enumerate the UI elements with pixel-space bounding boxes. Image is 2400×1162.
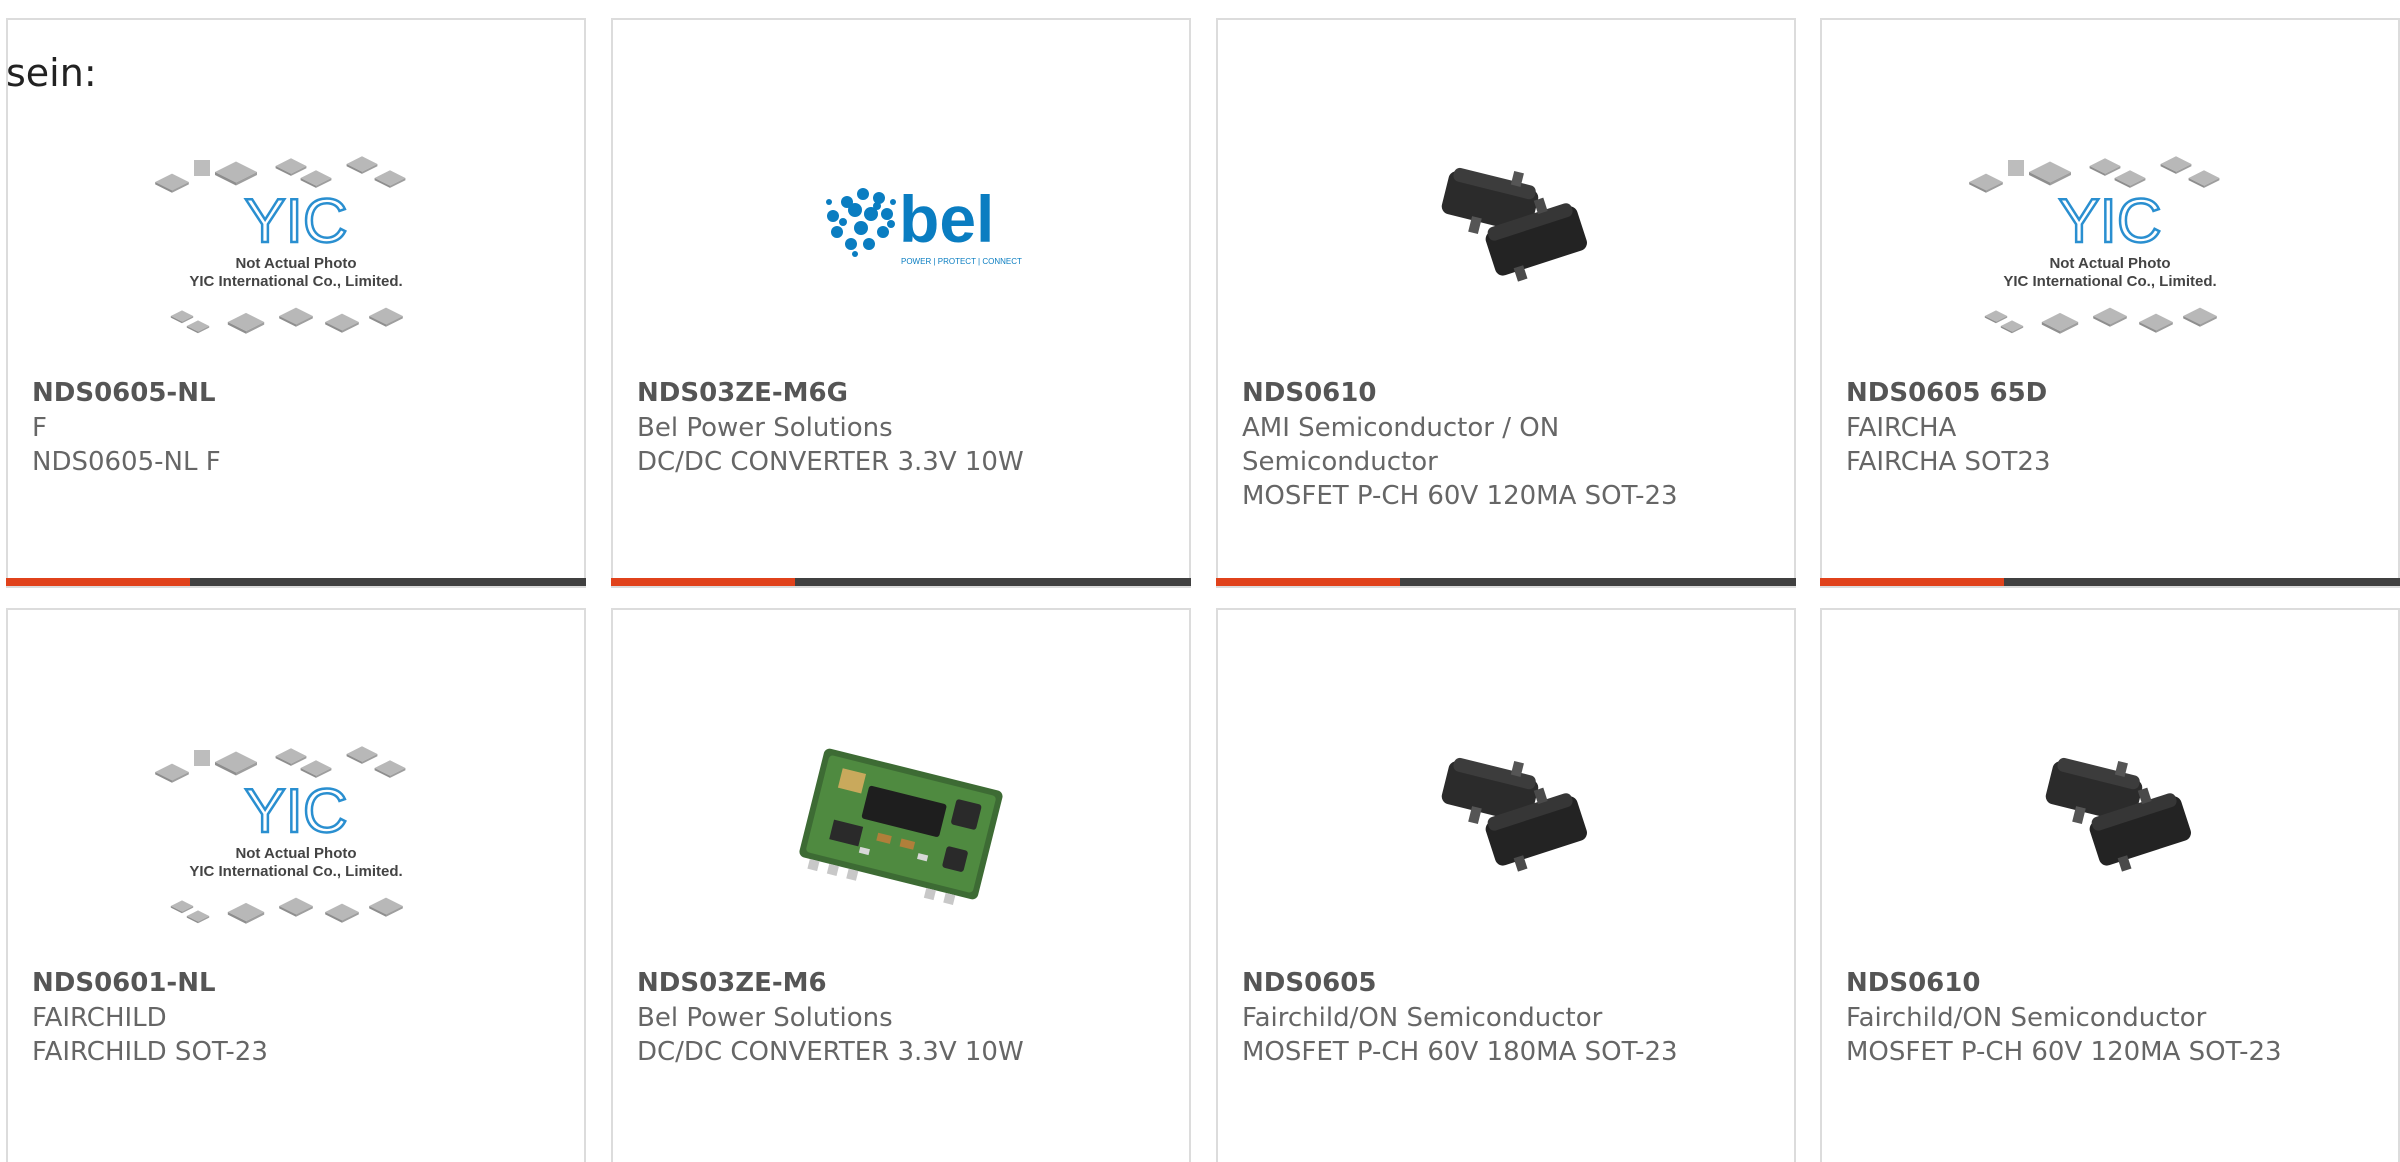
- part-number-link[interactable]: NDS0601-NL: [32, 966, 216, 1000]
- placeholder-line1: Not Actual Photo: [235, 255, 356, 272]
- card-bottom-bar: [1216, 578, 1796, 586]
- bel-logo-icon: bel POWER | PROTECT | CONNECT: [826, 182, 1022, 266]
- sot23-chip-icon: [2045, 757, 2191, 872]
- product-image[interactable]: YIC Not Actual Photo YIC International Co.…: [8, 700, 584, 950]
- yic-logo-text: YIC: [2058, 187, 2161, 256]
- product-image[interactable]: bel POWER | PROTECT | CONNECT: [613, 110, 1189, 360]
- bel-logo-tagline: POWER | PROTECT | CONNECT: [901, 257, 1022, 266]
- sot23-chip-icon: [1441, 167, 1587, 282]
- card-accent-bar: [611, 578, 795, 586]
- product-card[interactable]: NDS03ZE-M6 Bel Power Solutions DC/DC CON…: [611, 608, 1191, 1162]
- part-number-link[interactable]: NDS0610: [1846, 966, 1980, 1000]
- card-accent-bar: [1216, 578, 1400, 586]
- description-text: DC/DC CONVERTER 3.3V 10W: [637, 1037, 1024, 1067]
- card-bottom-bar: [6, 578, 586, 586]
- placeholder-line2: YIC International Co., Limited.: [189, 863, 402, 880]
- description-text: FAIRCHA SOT23: [1846, 447, 2051, 477]
- placeholder-icon: YICNot Actual PhotoYIC International Co.…: [1969, 156, 2220, 334]
- manufacturer-text: FAIRCHA: [1846, 413, 1957, 443]
- product-image[interactable]: [613, 700, 1189, 950]
- part-number-link[interactable]: NDS03ZE-M6G: [637, 376, 848, 410]
- description-text: MOSFET P-CH 60V 120MA SOT-23: [1242, 481, 1678, 511]
- placeholder-line1: Not Actual Photo: [2049, 255, 2170, 272]
- placeholder-line2: YIC International Co., Limited.: [2003, 273, 2216, 290]
- manufacturer-text: Fairchild/ON Semiconductor: [1242, 1003, 1603, 1033]
- placeholder-line2: YIC International Co., Limited.: [189, 273, 402, 290]
- sot23-chip-icon: [1441, 757, 1587, 872]
- product-card[interactable]: YIC Not Actual Photo YIC International Co.…: [6, 608, 586, 1162]
- description-text: NDS0605-NL F: [32, 447, 221, 477]
- placeholder-icon: YICNot Actual PhotoYIC International Co.…: [155, 156, 406, 334]
- product-image[interactable]: YIC Not Actual Photo YIC International Co.…: [8, 110, 584, 360]
- part-number-link[interactable]: NDS0605: [1242, 966, 1376, 1000]
- product-image[interactable]: YIC Not Actual Photo YIC International Co.…: [1822, 110, 2398, 360]
- product-card[interactable]: bel POWER | PROTECT | CONNECT NDS03ZE-M6…: [611, 18, 1191, 588]
- product-grid: sein: YIC Not Actual Photo YIC Internation…: [0, 0, 2400, 1162]
- product-image[interactable]: [1218, 700, 1794, 950]
- description-text: MOSFET P-CH 60V 120MA SOT-23: [1846, 1037, 2282, 1067]
- part-number-link[interactable]: NDS03ZE-M6: [637, 966, 827, 1000]
- manufacturer-text: Bel Power Solutions: [637, 1003, 893, 1033]
- placeholder-icon: YICNot Actual PhotoYIC International Co.…: [155, 746, 406, 924]
- product-image[interactable]: [1822, 700, 2398, 950]
- bel-logo-text: bel: [899, 182, 994, 256]
- product-image[interactable]: [1218, 110, 1794, 360]
- manufacturer-text: F: [32, 413, 47, 443]
- card-bottom-bar: [1820, 578, 2400, 586]
- part-number-link[interactable]: NDS0605 65D: [1846, 376, 2047, 410]
- placeholder-line1: Not Actual Photo: [235, 845, 356, 862]
- product-card[interactable]: NDS0605 Fairchild/ON Semiconductor MOSFE…: [1216, 608, 1796, 1162]
- product-card[interactable]: NDS0610 AMI Semiconductor / ON Semicondu…: [1216, 18, 1796, 588]
- part-number-link[interactable]: NDS0610: [1242, 376, 1376, 410]
- description-text: MOSFET P-CH 60V 180MA SOT-23: [1242, 1037, 1678, 1067]
- card-accent-bar: [1820, 578, 2004, 586]
- description-text: DC/DC CONVERTER 3.3V 10W: [637, 447, 1024, 477]
- product-card[interactable]: YIC Not Actual Photo YIC International Co.…: [1820, 18, 2400, 588]
- manufacturer-text: FAIRCHILD: [32, 1003, 167, 1033]
- yic-logo-text: YIC: [244, 777, 347, 846]
- pcb-module-icon: [799, 748, 1003, 905]
- yic-logo-text: YIC: [244, 187, 347, 256]
- product-card[interactable]: NDS0610 Fairchild/ON Semiconductor MOSFE…: [1820, 608, 2400, 1162]
- manufacturer-text: Bel Power Solutions: [637, 413, 893, 443]
- section-heading: sein:: [6, 51, 97, 95]
- manufacturer-text: Fairchild/ON Semiconductor: [1846, 1003, 2207, 1033]
- description-text: FAIRCHILD SOT-23: [32, 1037, 268, 1067]
- part-number-link[interactable]: NDS0605-NL: [32, 376, 216, 410]
- product-card[interactable]: YIC Not Actual Photo YIC International Co.…: [6, 18, 586, 588]
- card-bottom-bar: [611, 578, 1191, 586]
- manufacturer-text: AMI Semiconductor / ON Semiconductor: [1242, 413, 1560, 477]
- card-accent-bar: [6, 578, 190, 586]
